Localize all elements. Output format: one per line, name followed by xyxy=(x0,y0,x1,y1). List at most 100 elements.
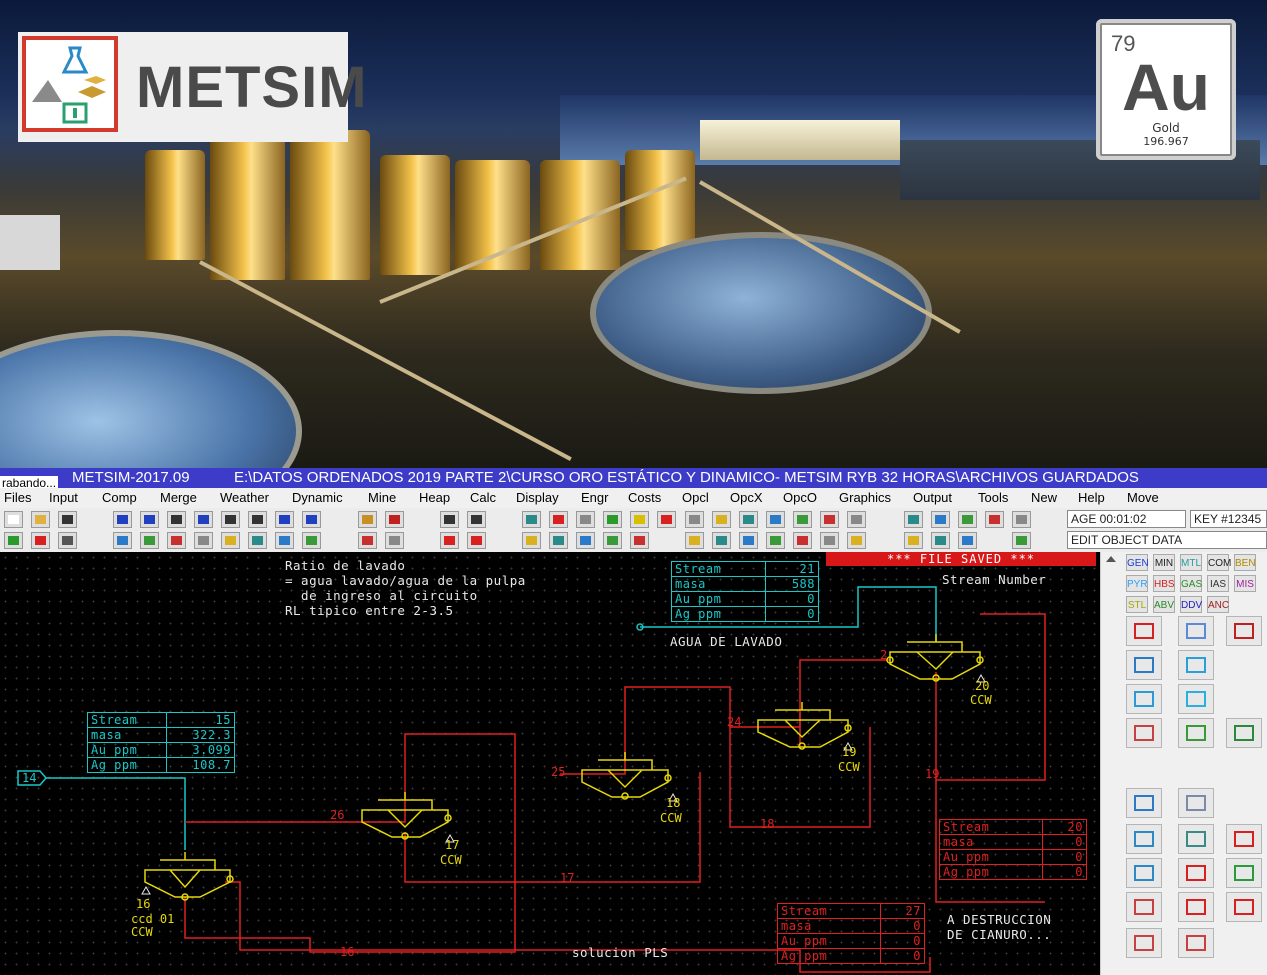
unit-operation-button[interactable] xyxy=(1226,892,1262,922)
redo-button[interactable] xyxy=(385,511,404,528)
tool-button[interactable] xyxy=(766,532,785,549)
unit-operation-button[interactable] xyxy=(1178,788,1214,818)
exit-button[interactable] xyxy=(657,511,676,528)
tool-button[interactable] xyxy=(985,511,1004,528)
menu-files[interactable]: Files xyxy=(4,488,31,508)
menu-weather[interactable]: Weather xyxy=(220,488,269,508)
tool-button[interactable] xyxy=(847,532,866,549)
palette-tab-pyr[interactable]: PYR xyxy=(1126,575,1148,592)
palette-tab-mis[interactable]: MIS xyxy=(1234,575,1256,592)
unit-operation-button[interactable] xyxy=(1226,718,1262,748)
new-file-button[interactable] xyxy=(4,511,23,528)
menu-input[interactable]: Input xyxy=(49,488,78,508)
palette-tab-min[interactable]: MIN xyxy=(1153,554,1175,571)
tool-button[interactable] xyxy=(931,511,950,528)
vertical-scrollbar[interactable] xyxy=(1100,552,1121,975)
menu-calc[interactable]: Calc xyxy=(470,488,496,508)
unit-operation-button[interactable] xyxy=(1178,892,1214,922)
tool-button[interactable] xyxy=(931,532,950,549)
stream-27-table[interactable]: Stream 27 masa 0 Au ppm 0 Ag ppm 0 xyxy=(776,903,925,964)
menu-engr[interactable]: Engr xyxy=(581,488,608,508)
unit-operation-button[interactable] xyxy=(1126,616,1162,646)
tool-button[interactable] xyxy=(739,532,758,549)
print-button[interactable] xyxy=(58,532,77,549)
tool-button[interactable] xyxy=(847,511,866,528)
unit-operation-button[interactable] xyxy=(1178,824,1214,854)
palette-tab-anc[interactable]: ANC xyxy=(1207,596,1229,613)
tool-button[interactable] xyxy=(1012,511,1031,528)
tool-button[interactable] xyxy=(685,532,704,549)
menu-heap[interactable]: Heap xyxy=(419,488,450,508)
delete-button[interactable] xyxy=(467,511,486,528)
zoom-button[interactable] xyxy=(302,511,321,528)
palette-tab-gas[interactable]: GAS xyxy=(1180,575,1202,592)
tool-button[interactable] xyxy=(793,511,812,528)
tool-button[interactable] xyxy=(221,532,240,549)
tool-button[interactable] xyxy=(820,532,839,549)
unit-operation-button[interactable] xyxy=(1178,718,1214,748)
menu-opcx[interactable]: OpcX xyxy=(730,488,763,508)
tool-button[interactable] xyxy=(793,532,812,549)
menu-output[interactable]: Output xyxy=(913,488,952,508)
tool-button[interactable] xyxy=(194,532,213,549)
check-button[interactable] xyxy=(31,532,50,549)
info-button[interactable] xyxy=(630,511,649,528)
move-left-button[interactable] xyxy=(440,532,459,549)
tool-button[interactable] xyxy=(685,511,704,528)
palette-tab-hbs[interactable]: HBS xyxy=(1153,575,1175,592)
tool-button[interactable] xyxy=(140,532,159,549)
unit-operation-button[interactable] xyxy=(1126,718,1162,748)
menu-new[interactable]: New xyxy=(1031,488,1057,508)
flowsheet-canvas[interactable]: Ratio de lavado = agua lavado/agua de la… xyxy=(0,552,1100,975)
layer-button[interactable] xyxy=(576,511,595,528)
tool-button[interactable] xyxy=(958,511,977,528)
unit-operation-button[interactable] xyxy=(1126,858,1162,888)
undo-button[interactable] xyxy=(358,511,377,528)
tool-button[interactable] xyxy=(275,532,294,549)
split-button[interactable] xyxy=(140,511,159,528)
save-button[interactable] xyxy=(58,511,77,528)
menu-opcl[interactable]: Opcl xyxy=(682,488,709,508)
unit-operation-button[interactable] xyxy=(1178,928,1214,958)
tool-button[interactable] xyxy=(820,511,839,528)
tool-button[interactable] xyxy=(904,511,923,528)
unit-operation-button[interactable] xyxy=(1178,616,1214,646)
tool-button[interactable] xyxy=(549,532,568,549)
tool-button[interactable] xyxy=(167,532,186,549)
tool-button[interactable] xyxy=(576,532,595,549)
tool-button[interactable] xyxy=(358,532,377,549)
menu-opco[interactable]: OpcO xyxy=(783,488,817,508)
line-button[interactable] xyxy=(248,511,267,528)
menu-merge[interactable]: Merge xyxy=(160,488,197,508)
unit-operation-button[interactable] xyxy=(1226,824,1262,854)
palette-tab-abv[interactable]: ABV xyxy=(1153,596,1175,613)
scroll-up-icon[interactable] xyxy=(1106,556,1116,562)
tool-button[interactable] xyxy=(385,532,404,549)
palette-tab-gen[interactable]: GEN xyxy=(1126,554,1149,571)
tool-button[interactable] xyxy=(712,511,731,528)
stop-button[interactable] xyxy=(549,511,568,528)
stream-button[interactable] xyxy=(113,511,132,528)
tool-button[interactable] xyxy=(302,532,321,549)
menu-costs[interactable]: Costs xyxy=(628,488,661,508)
node-button[interactable] xyxy=(167,511,186,528)
menu-move[interactable]: Move xyxy=(1127,488,1159,508)
tool-button[interactable] xyxy=(1012,532,1031,549)
stream-15-table[interactable]: Stream 15 masa 322.3 Au ppm 3.099 Ag ppm 108… xyxy=(86,712,235,773)
tool-button[interactable] xyxy=(113,532,132,549)
menu-mine[interactable]: Mine xyxy=(368,488,396,508)
palette-tab-stl[interactable]: STL xyxy=(1126,596,1148,613)
calc-button[interactable] xyxy=(603,511,622,528)
run-button[interactable] xyxy=(4,532,23,549)
tool-button[interactable] xyxy=(630,532,649,549)
tool-button[interactable] xyxy=(739,511,758,528)
tool-button[interactable] xyxy=(522,532,541,549)
arrow-button[interactable] xyxy=(221,511,240,528)
move-right-button[interactable] xyxy=(467,532,486,549)
open-folder-button[interactable] xyxy=(31,511,50,528)
unit-operation-button[interactable] xyxy=(1126,824,1162,854)
menu-tools[interactable]: Tools xyxy=(978,488,1008,508)
unit-operation-button[interactable] xyxy=(1226,616,1262,646)
unit-operation-button[interactable] xyxy=(1178,684,1214,714)
tool-button[interactable] xyxy=(248,532,267,549)
